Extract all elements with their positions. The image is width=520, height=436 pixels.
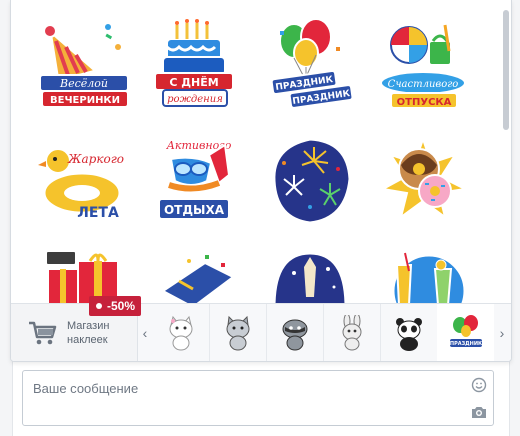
donut-sticker[interactable] — [376, 130, 472, 230]
gift-box-sticker[interactable] — [35, 244, 131, 303]
chevron-right-icon: › — [499, 325, 505, 341]
message-input[interactable] — [33, 379, 453, 397]
bunny-icon — [342, 315, 361, 351]
active-pack-caret — [471, 56, 483, 62]
shopping-cart-icon — [29, 321, 57, 345]
sticker-pack-bar: Магазин наклеек -50% ‹ ПРАЗДНИК › — [11, 296, 511, 361]
sticker-caption: С ДНЁМ — [169, 75, 218, 89]
sticker-caption: Жаркого — [67, 152, 124, 166]
sticker-caption: ОТПУСКА — [397, 97, 452, 108]
fireworks-sticker[interactable] — [261, 130, 357, 230]
sticker-grid-scrollbar[interactable] — [503, 10, 509, 130]
hat-party-sticker[interactable] — [146, 244, 242, 303]
party-hat-sticker[interactable]: Весёлой ВЕЧЕРИНКИ — [35, 14, 131, 114]
chevron-left-icon: ‹ — [142, 325, 148, 341]
raccoon-pack[interactable] — [266, 304, 324, 361]
smile-icon[interactable] — [471, 377, 487, 393]
discount-badge: -50% — [89, 296, 142, 316]
night-city-sticker[interactable] — [261, 244, 357, 303]
sticker-caption: рождения — [167, 94, 223, 105]
message-composer — [22, 370, 494, 426]
cocktail-sticker[interactable] — [376, 244, 472, 303]
beach-vacation-sticker[interactable]: Счастливого ОТПУСКА — [376, 14, 472, 114]
raccoon-icon — [282, 319, 307, 351]
sticker-caption: ВЕЧЕРИНКИ — [50, 95, 120, 106]
bunny-pack[interactable] — [323, 304, 381, 361]
panda-icon — [395, 318, 422, 351]
active-rest-sticker[interactable]: Активного ОТДЫХА — [146, 130, 242, 230]
sticker-caption: ЛЕТА — [77, 205, 119, 221]
store-label-line: наклеек — [67, 334, 108, 346]
birthday-cake-sticker[interactable]: С ДНЁМ рождения — [146, 14, 242, 114]
holiday-pack[interactable]: ПРАЗДНИК — [437, 304, 494, 361]
panda-pack[interactable] — [380, 304, 438, 361]
sticker-store-label: Магазин наклеек — [67, 319, 137, 347]
camera-icon[interactable] — [471, 405, 487, 419]
duck-float-sticker[interactable]: Жаркого ЛЕТА — [35, 130, 131, 230]
packs-prev-arrow[interactable]: ‹ — [138, 304, 152, 361]
sticker-caption: ОТДЫХА — [164, 203, 225, 217]
sticker-store-button[interactable]: Магазин наклеек -50% — [11, 296, 142, 361]
sticker-caption: Весёлой — [59, 77, 108, 90]
store-label-line: Магазин — [67, 320, 110, 332]
packs-next-arrow[interactable]: › — [495, 304, 509, 361]
sticker-caption: Счастливого — [388, 79, 459, 90]
grey-cat-pack[interactable] — [209, 304, 267, 361]
white-cat-icon — [169, 315, 192, 351]
white-cat-pack[interactable] — [152, 304, 210, 361]
grey-cat-icon — [226, 315, 249, 351]
sticker-panel: Весёлой ВЕЧЕРИНКИ С ДНЁМ рождения ПРАЗДН… — [10, 0, 512, 362]
balloons-holiday-sticker[interactable]: ПРАЗДНИК ПРАЗДНИК — [261, 14, 357, 114]
balloons-icon: ПРАЗДНИК — [449, 315, 482, 347]
sticker-grid: Весёлой ВЕЧЕРИНКИ С ДНЁМ рождения ПРАЗДН… — [11, 0, 501, 303]
holiday-pack-label: ПРАЗДНИК — [449, 341, 482, 347]
